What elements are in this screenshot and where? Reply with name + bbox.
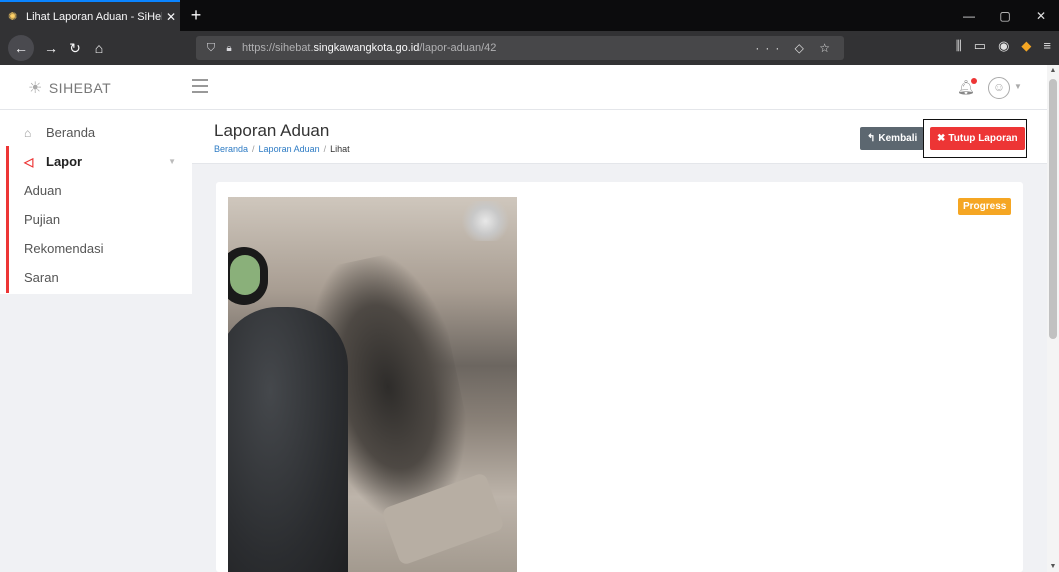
report-card: Progress [216,182,1023,572]
home-icon[interactable]: ⌂ [88,38,110,58]
lightbulb-favicon-icon: ✺ [8,10,18,23]
breadcrumb-laporan-aduan[interactable]: Laporan Aduan [259,144,320,154]
new-tab-button[interactable]: + [186,5,206,25]
breadcrumb-separator: / [323,144,327,154]
sidebar-item-label: Beranda [46,125,96,140]
hamburger-menu-icon[interactable] [192,79,208,93]
page-header: Laporan Aduan Beranda / Laporan Aduan / … [192,110,1047,164]
browser-tab-bar: ✺ Lihat Laporan Aduan - SiHebat ✕ + — ▢ … [0,0,1059,31]
sidebar: ⌂ Beranda ◁ Lapor ▼ Aduan Pujian Rekomen… [0,110,192,572]
main-content: Laporan Aduan Beranda / Laporan Aduan / … [192,110,1047,572]
tab-close-icon[interactable]: ✕ [162,10,180,24]
lightbulb-icon: ☀ [28,80,43,97]
url-prefix: https://sihebat. [242,42,314,54]
sidebar-subitem-aduan[interactable]: Aduan [0,176,192,205]
sidebar-subitem-saran[interactable]: Saran [0,263,192,292]
url-text: https://sihebat.singkawangkota.go.id/lap… [242,42,496,54]
extension-icon[interactable]: ◆ [1021,38,1031,54]
reload-icon[interactable]: ↻ [64,38,86,58]
page-scrollbar[interactable]: ▲ ▼ [1047,65,1059,572]
breadcrumb-current: Lihat [330,144,350,154]
reply-arrow-icon: ↰ [867,133,876,144]
brand-logo[interactable]: ☀ SIHEBAT [28,78,111,98]
url-path: /lapor-aduan/42 [419,42,497,54]
app-header: ☀ SIHEBAT 🔔︎ ☺ ▼ [0,65,1047,110]
scroll-down-icon[interactable]: ▼ [1047,563,1059,570]
brand-name: SIHEBAT [48,80,112,96]
close-x-icon: ✖ [937,133,946,144]
library-icon[interactable]: ⫼ [956,38,962,54]
back-button-label: Kembali [878,133,918,144]
page-actions-icons[interactable]: ··· ◇ ☆ [755,41,836,55]
breadcrumb: Beranda / Laporan Aduan / Lihat [214,144,350,154]
back-arrow-icon[interactable]: ← [8,35,34,61]
minimize-icon[interactable]: — [951,0,987,31]
close-report-button[interactable]: ✖ Tutup Laporan [930,127,1025,150]
page-title: Laporan Aduan [214,121,330,140]
account-icon[interactable]: ◉ [998,38,1009,54]
notification-dot [970,78,977,84]
megaphone-icon: ◁ [24,154,34,169]
sidebar-subitem-pujian[interactable]: Pujian [0,205,192,234]
sidebar-item-lapor[interactable]: ◁ Lapor ▼ [0,147,192,176]
address-bar[interactable]: ⛉ 🔒︎ https://sihebat.singkawangkota.go.i… [196,36,844,60]
motorcycle-mirror [228,247,268,305]
status-badge: Progress [958,198,1012,215]
maximize-icon[interactable]: ▢ [987,0,1023,31]
scroll-thumb[interactable] [1049,79,1057,339]
close-report-label: Tutup Laporan [948,133,1018,144]
rider-hood [228,307,348,572]
user-avatar-icon[interactable]: ☺ [988,77,1010,99]
forward-arrow-icon[interactable]: → [40,38,62,58]
breadcrumb-separator: / [252,144,255,154]
toolbar-icons: ⫼ ▭ ◉ ◆ ≡ [956,38,1051,54]
sidebar-toggle-icon[interactable]: ▭ [974,38,986,54]
chevron-down-icon[interactable]: ▼ [1014,82,1022,91]
back-button[interactable]: ↰ Kembali [860,127,925,150]
lock-icon[interactable]: 🔒︎ [222,43,236,54]
sidebar-subitem-rekomendasi[interactable]: Rekomendasi [0,234,192,263]
report-photo[interactable] [228,197,517,572]
sidebar-item-beranda[interactable]: ⌂ Beranda [0,118,192,147]
menu-icon[interactable]: ≡ [1043,38,1051,54]
url-host: singkawangkota.go.id [313,42,420,54]
browser-tab[interactable]: ✺ Lihat Laporan Aduan - SiHebat ✕ [0,0,180,31]
browser-nav-bar: ← → ↻ ⌂ ⛉ 🔒︎ https://sihebat.singkawangk… [0,31,1059,65]
sidebar-panel: ⌂ Beranda ◁ Lapor ▼ Aduan Pujian Rekomen… [0,110,192,294]
notification-bell-icon[interactable]: 🔔︎ [957,78,977,96]
chevron-down-icon: ▼ [168,157,176,166]
scroll-up-icon[interactable]: ▲ [1047,67,1059,74]
trash-pile [458,201,513,241]
breadcrumb-beranda[interactable]: Beranda [214,144,248,154]
shield-icon[interactable]: ⛉ [200,42,222,55]
sidebar-item-label: Lapor [46,154,83,169]
home-icon: ⌂ [24,125,32,140]
close-window-icon[interactable]: ✕ [1023,0,1059,31]
window-controls: — ▢ ✕ [951,0,1059,31]
tab-title: Lihat Laporan Aduan - SiHebat [26,10,162,23]
